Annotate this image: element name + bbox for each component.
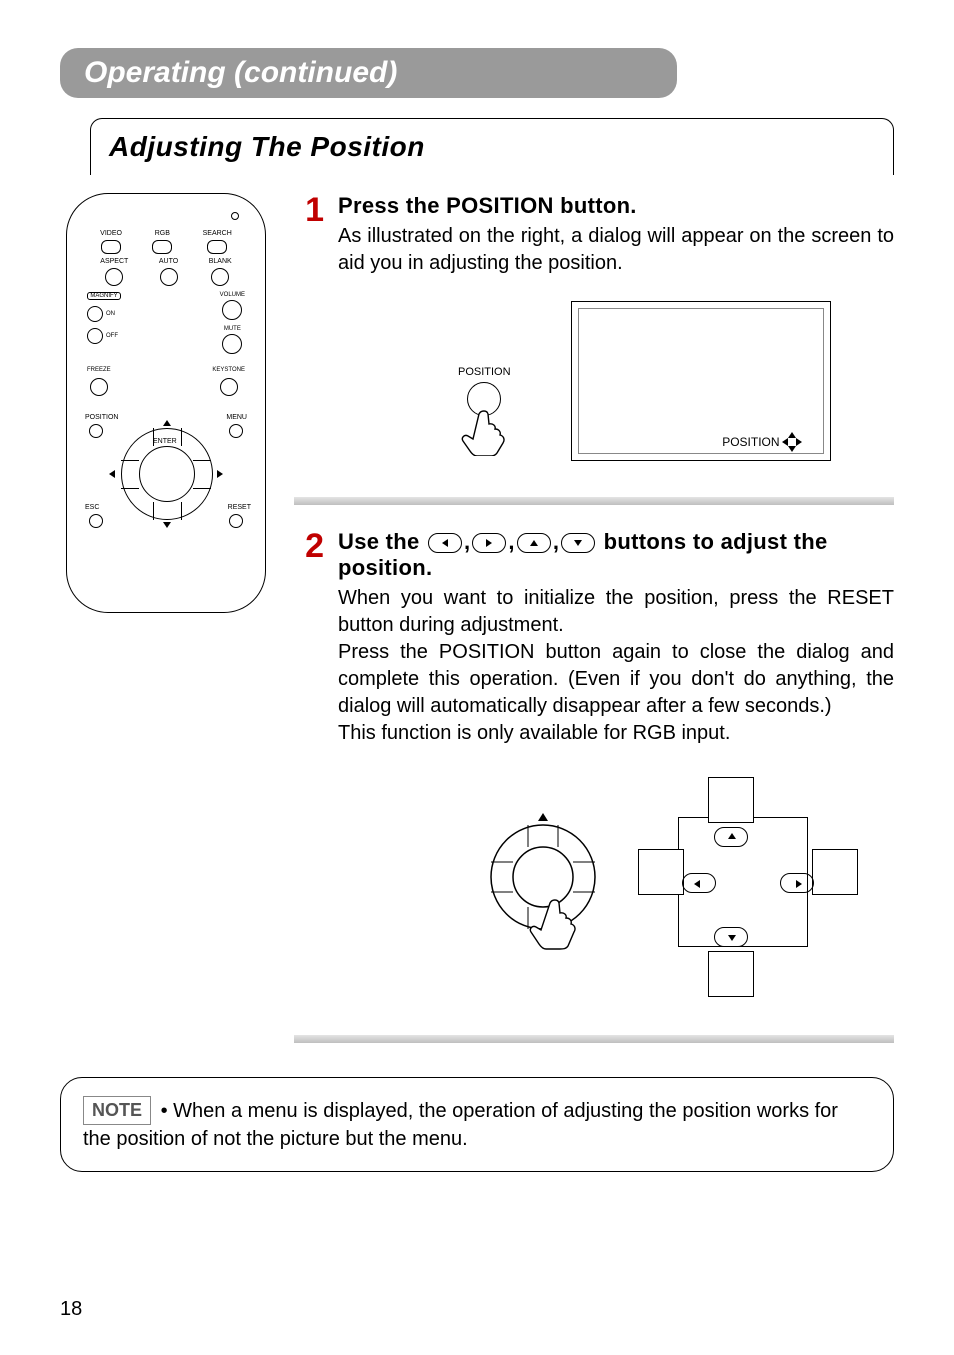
- step-2: 2 Use the ,,, buttons to adjust the posi…: [294, 529, 894, 1007]
- arrow-left-oval-icon: [428, 533, 462, 553]
- remote-btn-aspect: ASPECT: [100, 258, 128, 286]
- remote-label-reset: RESET: [228, 504, 251, 511]
- remote-btn-mute: [222, 334, 242, 354]
- remote-btn-esc: [89, 514, 103, 528]
- arrow-down-oval-icon: [714, 927, 748, 947]
- arrow-down-oval-icon: [561, 533, 595, 553]
- press-position-label: POSITION: [458, 366, 511, 378]
- remote-btn-reset: [229, 514, 243, 528]
- note-tag: NOTE: [83, 1096, 151, 1125]
- step-2-text: When you want to initialize the position…: [338, 585, 894, 747]
- screen-dialog-illustration: POSITION: [571, 301, 831, 461]
- note-box: NOTE • When a menu is displayed, the ope…: [60, 1077, 894, 1172]
- remote-btn-magnify-on: [87, 306, 103, 322]
- remote-btn-volume: [222, 300, 242, 320]
- step-1-heading: Press the POSITION button.: [338, 193, 894, 219]
- remote-label-off: OFF: [106, 333, 118, 339]
- step-1-diagram: POSITION POSITION: [458, 301, 894, 461]
- step-1-number: 1: [294, 193, 324, 469]
- remote-label-mute: MUTE: [224, 326, 241, 332]
- remote-btn-magnify-off: [87, 328, 103, 344]
- remote-arrow-left-icon: [109, 470, 115, 478]
- remote-label-on: ON: [106, 311, 115, 317]
- remote-btn-search: SEARCH: [203, 230, 232, 254]
- remote-dpad-area: POSITION MENU ENTER ESC RESE: [67, 410, 265, 550]
- step-1-text: As illustrated on the right, a dialog wi…: [338, 223, 894, 277]
- remote-btn-menu: [229, 424, 243, 438]
- remote-label-menu: MENU: [226, 414, 247, 421]
- remote-label-freeze: FREEZE: [87, 367, 111, 373]
- remote-btn-blank: BLANK: [209, 258, 232, 286]
- screen-shift-illustration: [638, 777, 858, 997]
- remote-label-position: POSITION: [85, 414, 118, 421]
- arrow-up-oval-icon: [517, 533, 551, 553]
- arrow-up-oval-icon: [714, 827, 748, 847]
- remote-control-illustration: VIDEO RGB SEARCH ASPECT AUTO BLANK MAGNI…: [66, 193, 266, 613]
- remote-btn-keystone: [220, 378, 238, 396]
- remote-btn-position: [89, 424, 103, 438]
- cross-arrows-icon: [784, 434, 800, 450]
- note-text: • When a menu is displayed, the operatio…: [83, 1100, 838, 1150]
- screen-position-label: POSITION: [722, 435, 779, 449]
- remote-btn-auto: AUTO: [159, 258, 178, 286]
- remote-label-esc: ESC: [85, 504, 99, 511]
- remote-label-magnify: MAGNIFY: [87, 292, 121, 300]
- remote-label-enter: ENTER: [153, 438, 177, 445]
- remote-arrow-down-icon: [163, 522, 171, 528]
- step-1: 1 Press the POSITION button. As illustra…: [294, 193, 894, 469]
- hand-pointer-icon: [459, 410, 509, 456]
- remote-dpad-illustration: [478, 807, 608, 967]
- arrow-left-oval-icon: [682, 873, 716, 893]
- separator-bar: [294, 497, 894, 505]
- remote-arrow-up-icon: [163, 420, 171, 426]
- remote-arrow-right-icon: [217, 470, 223, 478]
- page-number: 18: [60, 1298, 82, 1321]
- step-2-number: 2: [294, 529, 324, 1007]
- remote-label-volume: VOLUME: [220, 292, 245, 298]
- remote-btn-freeze: [90, 378, 108, 396]
- arrow-right-oval-icon: [780, 873, 814, 893]
- remote-btn-video: VIDEO: [100, 230, 122, 254]
- remote-led-icon: [231, 212, 239, 220]
- remote-label-keystone: KEYSTONE: [212, 367, 245, 373]
- section-title: Adjusting The Position: [109, 131, 893, 163]
- remote-dpad-enter: [139, 446, 195, 502]
- step-2-diagram: [478, 777, 894, 997]
- chapter-title: Operating (continued): [60, 48, 677, 98]
- section-title-box: Adjusting The Position: [90, 118, 894, 175]
- arrow-right-oval-icon: [472, 533, 506, 553]
- press-position-illustration: POSITION: [458, 366, 511, 461]
- step-2-heading: Use the ,,, buttons to adjust the positi…: [338, 529, 894, 581]
- separator-bar: [294, 1035, 894, 1043]
- remote-btn-rgb: RGB: [152, 230, 172, 254]
